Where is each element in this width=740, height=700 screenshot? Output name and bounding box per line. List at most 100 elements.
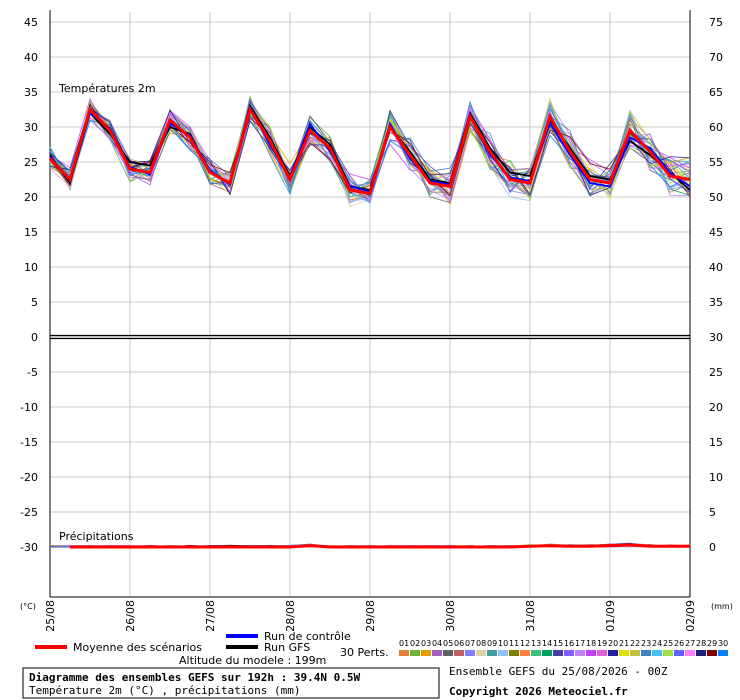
perturbation-swatch — [509, 650, 519, 656]
right-tick-label: 15 — [709, 436, 723, 449]
right-tick-label: 45 — [709, 226, 723, 239]
perturbation-swatch — [542, 650, 552, 656]
left-tick-label: 0 — [31, 331, 38, 344]
perturbation-id-label: 08 — [476, 639, 486, 648]
perturbation-swatch — [663, 650, 673, 656]
left-tick-label: 10 — [24, 261, 38, 274]
perturbation-swatch — [399, 650, 409, 656]
x-tick-label: 26/08 — [124, 600, 137, 632]
perturbation-id-label: 19 — [597, 639, 607, 648]
perturbation-id-label: 26 — [674, 639, 684, 648]
right-tick-label: 30 — [709, 331, 723, 344]
perturbation-swatch — [619, 650, 629, 656]
perturbation-swatch — [520, 650, 530, 656]
x-tick-label: 01/09 — [604, 600, 617, 632]
perturbation-swatch — [487, 650, 497, 656]
x-tick-label: 31/08 — [524, 600, 537, 632]
perturbation-swatch — [564, 650, 574, 656]
perturbation-id-label: 07 — [465, 639, 475, 648]
x-tick-label: 02/09 — [684, 600, 697, 632]
right-tick-label: 75 — [709, 16, 723, 29]
perturbation-id-label: 23 — [641, 639, 651, 648]
perturbation-swatch — [608, 650, 618, 656]
left-tick-label: 35 — [24, 86, 38, 99]
chart-subtitle: Température 2m (°C) , précipitations (mm… — [29, 684, 301, 697]
left-unit-label: (°C) — [20, 602, 36, 611]
left-tick-label: -15 — [20, 436, 38, 449]
left-tick-label: 30 — [24, 121, 38, 134]
perturbation-id-label: 04 — [432, 639, 442, 648]
x-tick-label: 28/08 — [284, 600, 297, 632]
perturbation-id-label: 18 — [586, 639, 596, 648]
perturbation-swatch — [652, 650, 662, 656]
right-tick-label: 55 — [709, 156, 723, 169]
perturbation-id-label: 05 — [443, 639, 453, 648]
perturbation-swatch — [476, 650, 486, 656]
right-tick-label: 5 — [709, 506, 716, 519]
perturbation-id-label: 22 — [630, 639, 640, 648]
copyright: Copyright 2026 Meteociel.fr — [449, 685, 628, 698]
perturbation-swatch — [553, 650, 563, 656]
perturbation-swatch — [707, 650, 717, 656]
chart-title: Diagramme des ensembles GEFS sur 192h : … — [29, 671, 361, 684]
perturbation-id-label: 20 — [608, 639, 618, 648]
right-tick-label: 40 — [709, 261, 723, 274]
left-tick-label: 25 — [24, 156, 38, 169]
perturbation-swatch — [410, 650, 420, 656]
perturbation-id-label: 25 — [663, 639, 673, 648]
right-tick-label: 60 — [709, 121, 723, 134]
precipitation-panel-label: Précipitations — [59, 530, 134, 543]
perturbation-id-label: 28 — [696, 639, 706, 648]
legend-gfs-label: Run GFS — [264, 641, 310, 654]
perturbation-swatch — [597, 650, 607, 656]
perturbation-swatch — [454, 650, 464, 656]
perturbation-swatch — [696, 650, 706, 656]
perturbation-id-label: 09 — [487, 639, 497, 648]
run-info: Ensemble GEFS du 25/08/2026 - 00Z — [449, 665, 668, 678]
right-tick-label: 20 — [709, 401, 723, 414]
x-tick-label: 30/08 — [444, 600, 457, 632]
perturbation-swatch — [674, 650, 684, 656]
left-tick-label: 15 — [24, 226, 38, 239]
perturbation-id-label: 06 — [454, 639, 464, 648]
perturbation-id-label: 10 — [498, 639, 508, 648]
right-tick-label: 70 — [709, 51, 723, 64]
perturbation-id-label: 27 — [685, 639, 695, 648]
perturbation-swatch — [575, 650, 585, 656]
perturbation-swatch — [531, 650, 541, 656]
ensemble-chart: 454035302520151050-5-10-15-20-25-30 7570… — [0, 0, 740, 700]
perturbation-id-label: 12 — [520, 639, 530, 648]
perturbation-id-label: 01 — [399, 639, 409, 648]
left-tick-label: 5 — [31, 296, 38, 309]
perturbation-id-label: 14 — [542, 639, 552, 648]
left-tick-label: -20 — [20, 471, 38, 484]
perturbation-swatch — [718, 650, 728, 656]
perturbation-id-label: 17 — [575, 639, 585, 648]
x-tick-label: 25/08 — [44, 600, 57, 632]
perturbation-swatch — [685, 650, 695, 656]
perturbation-id-label: 21 — [619, 639, 629, 648]
perturbation-id-label: 11 — [509, 639, 519, 648]
right-tick-label: 35 — [709, 296, 723, 309]
right-tick-label: 0 — [709, 541, 716, 554]
perturbation-id-label: 24 — [652, 639, 662, 648]
left-tick-label: -30 — [20, 541, 38, 554]
temperature-panel-label: Températures 2m — [58, 82, 156, 95]
x-tick-label: 27/08 — [204, 600, 217, 632]
left-tick-label: 40 — [24, 51, 38, 64]
perturbation-swatch — [443, 650, 453, 656]
perturbation-swatch — [586, 650, 596, 656]
perturbation-swatch — [641, 650, 651, 656]
perturbation-id-label: 02 — [410, 639, 420, 648]
left-tick-label: -10 — [20, 401, 38, 414]
right-tick-label: 65 — [709, 86, 723, 99]
right-tick-label: 50 — [709, 191, 723, 204]
perturbation-id-label: 03 — [421, 639, 431, 648]
perturbation-id-label: 29 — [707, 639, 717, 648]
legend-mean-label: Moyenne des scénarios — [73, 641, 202, 654]
perturbation-swatch — [465, 650, 475, 656]
right-tick-label: 25 — [709, 366, 723, 379]
left-tick-label: 45 — [24, 16, 38, 29]
perturbation-swatch — [498, 650, 508, 656]
altitude-text: Altitude du modele : 199m — [179, 654, 326, 667]
